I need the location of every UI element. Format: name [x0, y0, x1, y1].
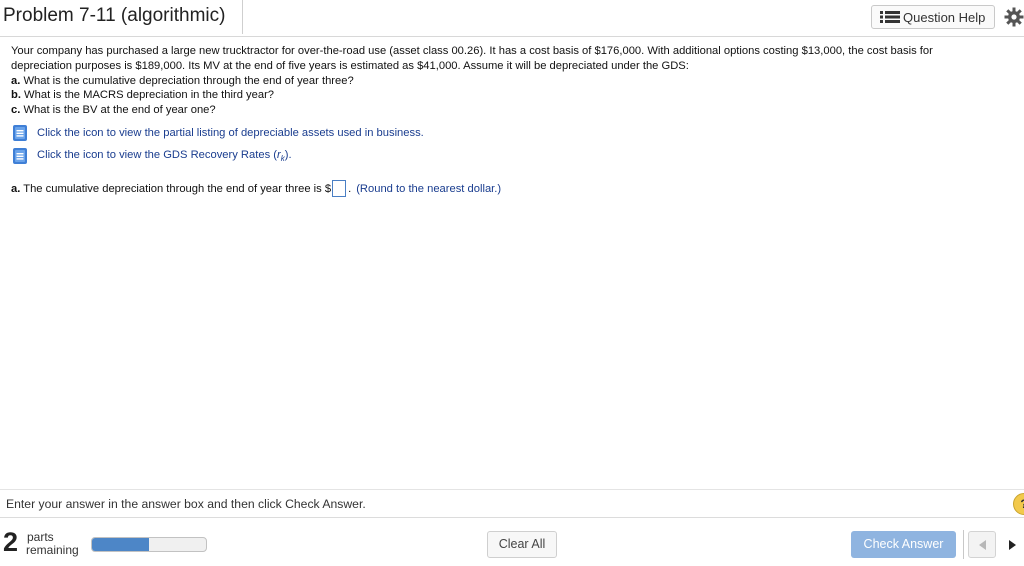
- header: Problem 7-11 (algorithmic) Question Help: [0, 0, 1024, 36]
- list-icon: [880, 11, 900, 23]
- part-letter: c.: [11, 104, 21, 117]
- part-text: What is the MACRS depreciation in the th…: [20, 89, 275, 102]
- question-part-b: b. What is the MACRS depreciation in the…: [11, 88, 1011, 103]
- parts-remaining-label: parts remaining: [26, 531, 79, 557]
- progress-fill: [92, 538, 149, 551]
- answer-period: .: [348, 182, 352, 195]
- progress-bar: [91, 537, 207, 552]
- answer-line-a: a. The cumulative depreciation through t…: [11, 180, 501, 197]
- problem-page: Problem 7-11 (algorithmic) Question Help: [0, 0, 1024, 566]
- help-icon[interactable]: ?: [1013, 493, 1024, 515]
- header-divider: [0, 36, 1024, 37]
- title-divider: [242, 0, 243, 34]
- recovery-rates-link-text[interactable]: Click the icon to view the GDS Recovery …: [37, 149, 292, 163]
- previous-button[interactable]: [968, 531, 996, 558]
- link-text-before: Click the icon to view the GDS Recovery …: [37, 148, 277, 161]
- answer-letter: a.: [11, 182, 21, 195]
- check-answer-button[interactable]: Check Answer: [851, 531, 956, 558]
- chevron-right-icon: [1009, 539, 1016, 550]
- question-intro-line-1: Your company has purchased a large new t…: [11, 45, 933, 57]
- part-letter: b.: [11, 89, 21, 102]
- part-letter: a.: [11, 74, 21, 87]
- book-icon[interactable]: [11, 147, 29, 165]
- reference-links: Click the icon to view the partial listi…: [11, 121, 424, 167]
- gear-icon[interactable]: [1004, 7, 1024, 27]
- remaining-word: remaining: [26, 543, 79, 557]
- depreciable-assets-link-text[interactable]: Click the icon to view the partial listi…: [37, 127, 424, 139]
- question-intro-line-2: depreciation purposes is $189,000. Its M…: [11, 59, 689, 72]
- parts-count: 2: [3, 527, 19, 557]
- nav-divider: [963, 530, 964, 559]
- recovery-rates-link[interactable]: Click the icon to view the GDS Recovery …: [11, 144, 424, 167]
- part-text: What is the BV at the end of year one?: [20, 104, 216, 117]
- answer-hint: (Round to the nearest dollar.): [356, 182, 502, 195]
- depreciable-assets-link[interactable]: Click the icon to view the partial listi…: [11, 121, 424, 144]
- next-button[interactable]: [999, 531, 1024, 558]
- instruction-text: Enter your answer in the answer box and …: [6, 497, 366, 511]
- book-icon[interactable]: [11, 124, 29, 142]
- part-text: What is the cumulative depreciation thro…: [20, 74, 354, 87]
- question-help-label: Question Help: [903, 9, 986, 25]
- question-part-c: c. What is the BV at the end of year one…: [11, 103, 1011, 118]
- answer-input[interactable]: [332, 180, 347, 197]
- instruction-divider: [0, 489, 1024, 490]
- chevron-left-icon: [979, 539, 986, 550]
- page-title: Problem 7-11 (algorithmic): [3, 5, 226, 26]
- question-part-a: a. What is the cumulative depreciation t…: [11, 74, 1011, 89]
- question-text: Your company has purchased a large new t…: [11, 44, 1011, 118]
- answer-prompt: The cumulative depreciation through the …: [20, 182, 332, 195]
- link-text-after: ).: [284, 148, 292, 161]
- question-help-button[interactable]: Question Help: [871, 5, 995, 29]
- clear-all-button[interactable]: Clear All: [487, 531, 557, 558]
- footer-divider: [0, 517, 1024, 518]
